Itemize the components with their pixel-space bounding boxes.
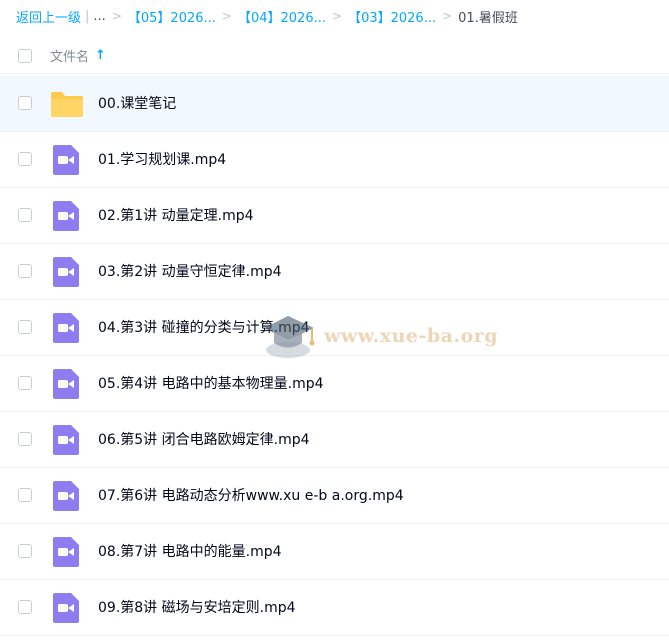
chevron-right-icon: > <box>442 9 453 23</box>
breadcrumb-ellipsis[interactable]: ... <box>93 9 105 24</box>
row-checkbox[interactable] <box>18 600 32 614</box>
back-link[interactable]: 返回上一级 <box>16 7 81 26</box>
breadcrumb-divider: | <box>85 8 90 24</box>
file-row[interactable]: 08.第7讲 电路中的能量.mp4 <box>0 524 669 580</box>
folder-icon <box>50 88 83 120</box>
file-row[interactable]: 01.学习规划课.mp4 <box>0 132 669 188</box>
file-list: 00.课堂笔记 01.学习规划课.mp4 02.第1讲 动量定理.mp4 03.… <box>0 76 669 636</box>
file-name[interactable]: 00.课堂笔记 <box>98 76 176 132</box>
video-file-icon <box>50 144 82 176</box>
chevron-right-icon: > <box>332 9 343 23</box>
file-row[interactable]: 07.第6讲 电路动态分析www.xu e-b a.org.mp4 <box>0 468 669 524</box>
row-checkbox[interactable] <box>18 96 32 110</box>
video-file-icon <box>50 536 82 568</box>
row-checkbox[interactable] <box>18 432 32 446</box>
list-header: 文件名 ↑ <box>0 38 669 74</box>
file-name[interactable]: 01.学习规划课.mp4 <box>98 132 226 188</box>
file-name[interactable]: 09.第8讲 磁场与安培定则.mp4 <box>98 580 296 636</box>
file-name[interactable]: 06.第5讲 闭合电路欧姆定律.mp4 <box>98 412 310 468</box>
chevron-right-icon: > <box>221 9 232 23</box>
row-checkbox[interactable] <box>18 208 32 222</box>
file-row[interactable]: 03.第2讲 动量守恒定律.mp4 <box>0 244 669 300</box>
file-name[interactable]: 07.第6讲 电路动态分析www.xu e-b a.org.mp4 <box>98 468 404 524</box>
row-checkbox[interactable] <box>18 152 32 166</box>
video-file-icon <box>50 480 82 512</box>
file-name[interactable]: 04.第3讲 碰撞的分类与计算.mp4 <box>98 300 310 356</box>
file-name[interactable]: 02.第1讲 动量定理.mp4 <box>98 188 254 244</box>
file-row[interactable]: 02.第1讲 动量定理.mp4 <box>0 188 669 244</box>
name-column-label: 文件名 <box>50 50 90 65</box>
row-checkbox[interactable] <box>18 488 32 502</box>
sort-ascending-icon: ↑ <box>95 48 106 63</box>
file-row[interactable]: 06.第5讲 闭合电路欧姆定律.mp4 <box>0 412 669 468</box>
file-row[interactable]: 05.第4讲 电路中的基本物理量.mp4 <box>0 356 669 412</box>
video-file-icon <box>50 256 82 288</box>
file-row[interactable]: 00.课堂笔记 <box>0 76 669 132</box>
video-file-icon <box>50 424 82 456</box>
breadcrumb-item[interactable]: 【05】2026... <box>128 7 216 26</box>
file-name[interactable]: 08.第7讲 电路中的能量.mp4 <box>98 524 282 580</box>
breadcrumb-item[interactable]: 【04】2026... <box>238 7 326 26</box>
file-name[interactable]: 03.第2讲 动量守恒定律.mp4 <box>98 244 282 300</box>
chevron-right-icon: > <box>111 9 122 23</box>
file-row[interactable]: 09.第8讲 磁场与安培定则.mp4 <box>0 580 669 636</box>
breadcrumb-item[interactable]: 【03】2026... <box>348 7 436 26</box>
row-checkbox[interactable] <box>18 376 32 390</box>
select-all-checkbox[interactable] <box>18 49 32 63</box>
video-file-icon <box>50 592 82 624</box>
breadcrumb-current: 01.暑假班 <box>458 10 518 26</box>
file-name[interactable]: 05.第4讲 电路中的基本物理量.mp4 <box>98 356 324 412</box>
sort-by-name[interactable]: 文件名 ↑ <box>50 46 106 65</box>
video-file-icon <box>50 312 82 344</box>
row-checkbox[interactable] <box>18 544 32 558</box>
row-checkbox[interactable] <box>18 264 32 278</box>
breadcrumb: 返回上一级 | ... > 【05】2026... > 【04】2026... … <box>0 0 669 32</box>
row-checkbox[interactable] <box>18 320 32 334</box>
file-row[interactable]: 04.第3讲 碰撞的分类与计算.mp4 <box>0 300 669 356</box>
video-file-icon <box>50 200 82 232</box>
video-file-icon <box>50 368 82 400</box>
